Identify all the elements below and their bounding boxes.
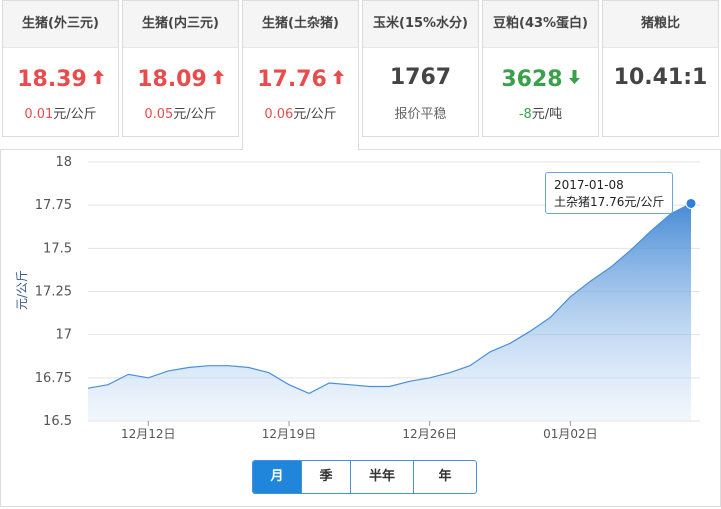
x-axis-ticks: 12月12日 12月19日 12月26日 01月02日: [121, 421, 598, 441]
arrow-up-icon: [332, 65, 344, 90]
y-tick-label: 17.5: [43, 241, 72, 256]
series-area: [88, 203, 691, 421]
y-tick-label: 17: [55, 328, 72, 343]
y-axis-ticks: 16.5 16.75 17 17.25 17.5 17.75 18: [35, 155, 72, 429]
x-tick-label: 12月26日: [402, 427, 457, 441]
y-axis-label: 元/公斤: [15, 270, 29, 310]
y-tick-label: 16.75: [35, 371, 72, 386]
x-tick-label: 01月02日: [543, 427, 598, 441]
y-tick-label: 16.5: [43, 414, 72, 429]
chart-tooltip: 2017-01-08 土杂猪17.76元/公斤: [545, 172, 673, 214]
card-tuzazhu[interactable]: 生猪(土杂猪) 17.76 0.06元/公斤: [242, 0, 359, 150]
tab-year[interactable]: 年: [413, 461, 476, 493]
card-value: 17.76: [243, 65, 358, 92]
tab-month[interactable]: 月: [253, 461, 301, 493]
tab-half-year[interactable]: 半年: [350, 461, 413, 493]
range-tabs: 月 季 半年 年: [252, 460, 477, 494]
card-change: 0.06元/公斤: [264, 107, 337, 122]
x-tick-label: 12月19日: [262, 427, 317, 441]
card-title: 生猪(土杂猪): [243, 1, 358, 48]
x-tick-label: 12月12日: [121, 427, 176, 441]
tooltip-date: 2017-01-08: [554, 178, 624, 192]
y-tick-label: 18: [55, 155, 72, 170]
price-chart: 16.5 16.75 17 17.25 17.5 17.75 18 12月12日 12月19日…: [15, 155, 700, 441]
tooltip-label: 土杂猪17.76元/公斤: [554, 195, 665, 209]
highlight-point[interactable]: [685, 197, 697, 209]
y-tick-label: 17.75: [35, 198, 72, 213]
tab-quarter[interactable]: 季: [301, 461, 350, 493]
y-tick-label: 17.25: [35, 285, 72, 300]
